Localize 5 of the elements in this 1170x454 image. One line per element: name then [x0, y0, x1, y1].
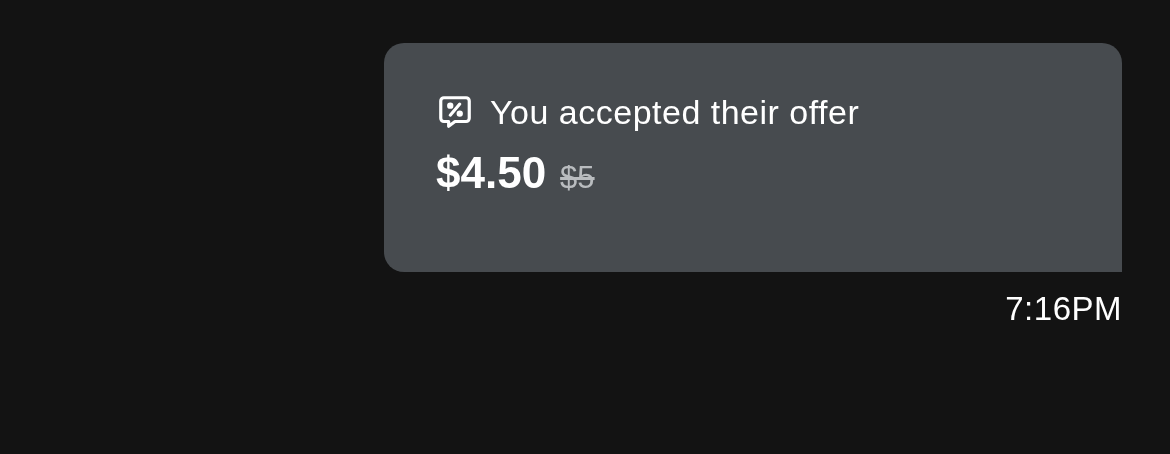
message-time: 7:16PM — [1005, 292, 1122, 325]
original-price: $5 — [560, 162, 595, 193]
offer-icon — [436, 93, 474, 131]
offer-price: $4.50 — [436, 151, 547, 195]
offer-title: You accepted their offer — [490, 95, 860, 129]
